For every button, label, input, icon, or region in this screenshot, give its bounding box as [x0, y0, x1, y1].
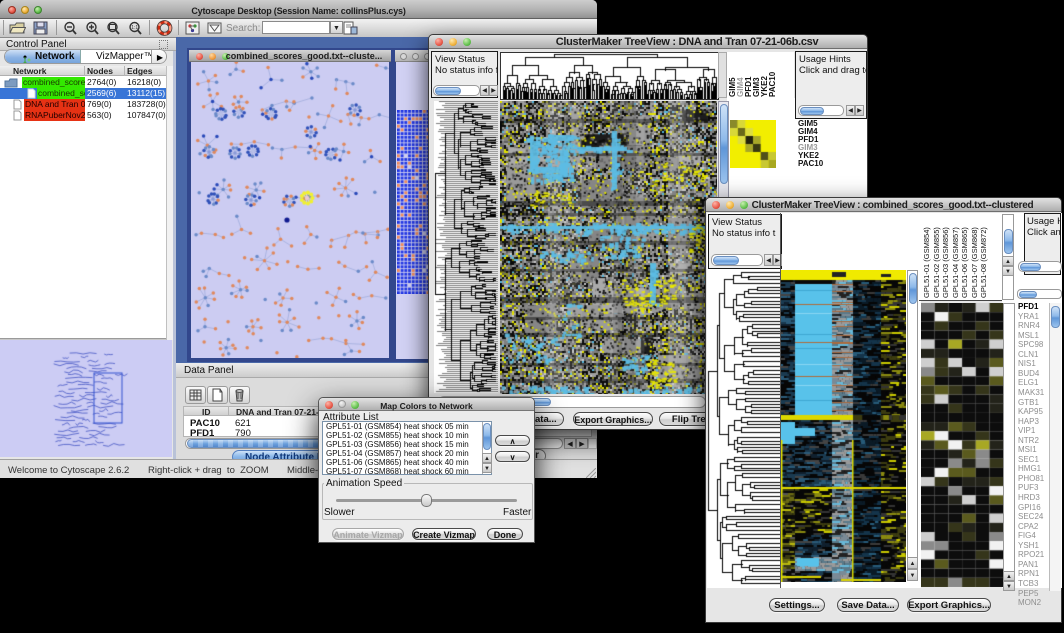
svg-text:1:1: 1:1 — [131, 25, 138, 31]
